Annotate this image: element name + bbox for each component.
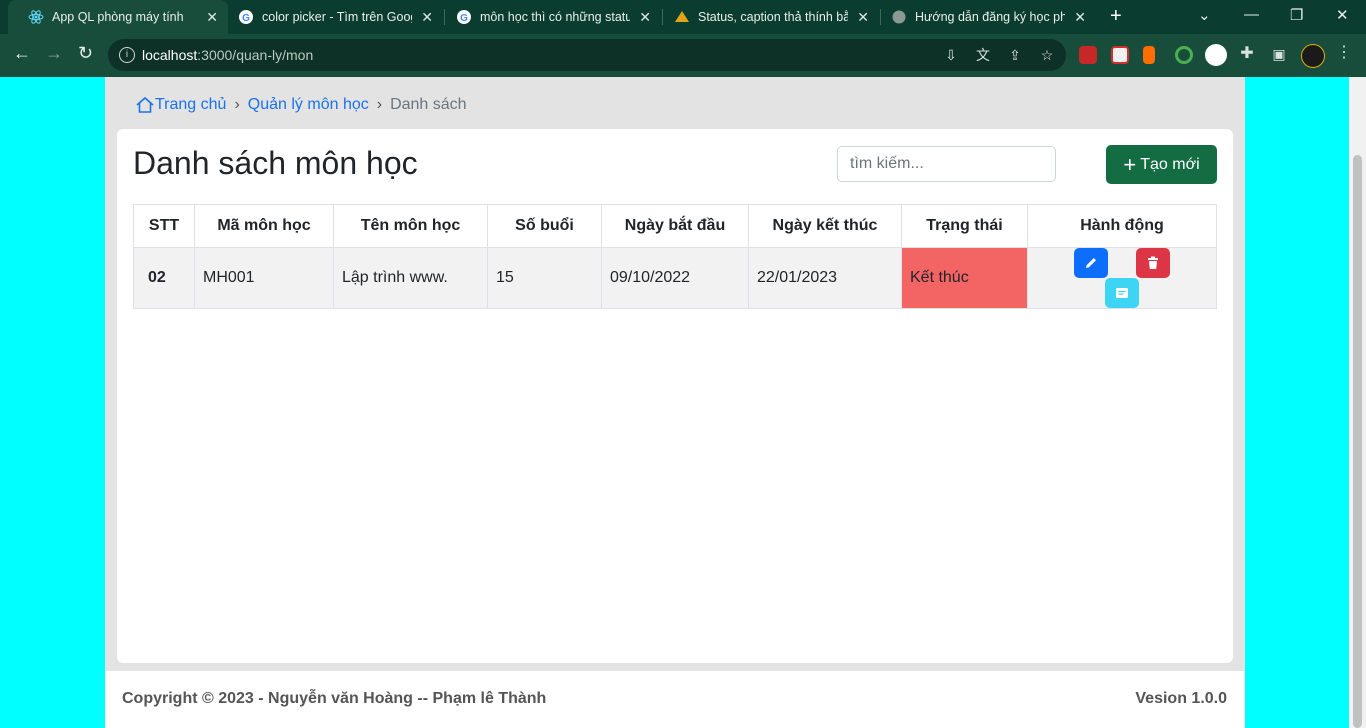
subject-table: STT Mã môn học Tên môn học Số buổi Ngày … [133,204,1217,309]
restore-icon[interactable]: ❐ [1290,6,1303,24]
chevron-right-icon: › [376,96,383,113]
cell-end: 22/01/2023 [748,247,902,309]
browser-toolbar: ← → ↻ i localhost:3000/quan-ly/mon ⇩ 文 ⇪… [0,34,1366,77]
copyright-text: Copyright © 2023 - Nguyễn văn Hoàng -- P… [122,690,547,707]
close-tab-icon[interactable]: ✕ [421,9,433,26]
breadcrumb-home[interactable]: Trang chủ [155,96,226,114]
extension-icon[interactable] [1143,46,1155,64]
column-header-end[interactable]: Ngày kết thúc [748,204,902,248]
back-icon[interactable]: ← [13,43,31,64]
cell-start: 09/10/2022 [601,247,749,309]
message-icon [1116,288,1128,298]
extension-icon[interactable] [1175,46,1193,64]
tab-title: App QL phòng máy tính [52,10,184,24]
table-header-row: STT Mã môn học Tên môn học Số buổi Ngày … [133,204,1217,248]
tab-title: Hướng dẫn đăng ký học phí [915,10,1065,24]
tab-search-icon[interactable]: ⌄ [1198,6,1211,24]
cell-stt: 02 [133,247,195,309]
column-header-actions: Hành động [1027,204,1217,248]
pencil-icon [1085,258,1096,268]
create-button[interactable]: + Tạo mới [1106,145,1217,184]
table-row: 02 MH001 Lập trình www. 15 09/10/2022 22… [133,247,1217,309]
delete-button[interactable] [1136,248,1171,278]
column-header-start[interactable]: Ngày bắt đầu [601,204,749,248]
trash-icon [1148,256,1159,269]
browser-tab-5[interactable]: Hướng dẫn đăng ký học phí ✕ [871,0,1096,34]
url-host: localhost [142,47,198,63]
site-info-icon[interactable]: i [119,47,135,63]
globe-icon [891,9,907,25]
close-tab-icon[interactable]: ✕ [857,9,869,26]
tab-title: môn học thì có những status [480,10,630,24]
extension-icon[interactable] [1205,44,1227,66]
breadcrumb: Trang chủ › Quản lý môn học › Danh sách [135,95,467,115]
tab-title: Status, caption thả thính bằ [698,10,848,24]
close-tab-icon[interactable]: ✕ [206,9,218,26]
scrollbar-thumb[interactable] [1353,155,1362,728]
column-header-stt[interactable]: STT [133,204,195,248]
close-window-icon[interactable]: ✕ [1336,6,1349,24]
new-tab-icon[interactable]: + [1110,5,1122,28]
column-header-code[interactable]: Mã môn học [194,204,334,248]
cell-sessions: 15 [487,247,602,309]
react-icon [28,9,44,25]
reload-icon[interactable]: ↻ [78,43,93,64]
home-icon[interactable] [135,95,155,115]
detail-button[interactable] [1105,278,1139,308]
extensions-puzzle-icon[interactable]: ✚ [1240,46,1254,62]
close-tab-icon[interactable]: ✕ [1074,9,1086,26]
browser-tab-4[interactable]: Status, caption thả thính bằ ✕ [654,0,879,34]
browser-tab-3[interactable]: G môn học thì có những status ✕ [436,0,661,34]
minimize-icon[interactable]: — [1244,6,1259,23]
cell-actions [1027,247,1217,309]
column-header-sessions[interactable]: Số buổi [487,204,602,248]
column-header-status[interactable]: Trạng thái [901,204,1028,248]
bookmark-star-icon[interactable]: ☆ [1040,48,1054,62]
google-icon: G [456,9,472,25]
google-icon: G [238,9,254,25]
page-content: Trang chủ › Quản lý môn học › Danh sách … [105,77,1245,728]
site-icon [674,9,690,25]
share-icon[interactable]: ⇪ [1008,48,1022,62]
breadcrumb-current: Danh sách [390,96,467,113]
forward-icon[interactable]: → [45,43,63,64]
url-path: :3000/quan-ly/mon [197,47,314,63]
breadcrumb-section[interactable]: Quản lý môn học [248,96,369,114]
more-menu-icon[interactable]: ⋮ [1336,45,1352,61]
search-input[interactable] [837,146,1056,182]
cell-name: Lập trình www. [333,247,488,309]
address-bar[interactable]: i localhost:3000/quan-ly/mon ⇩ 文 ⇪ ☆ [108,39,1066,71]
status-badge: Kết thúc [901,247,1028,309]
extension-icon[interactable] [1111,46,1129,64]
profile-avatar[interactable] [1301,44,1325,68]
tab-title: color picker - Tìm trên Goog [262,10,412,24]
side-panel-icon[interactable]: ▣ [1272,47,1286,61]
svg-text:G: G [242,13,250,24]
browser-tab-2[interactable]: G color picker - Tìm trên Goog ✕ [218,0,443,34]
chevron-right-icon: › [234,96,240,113]
version-text: Vesion 1.0.0 [1135,690,1227,707]
translate-icon[interactable]: 文 [976,48,990,62]
page-scrollbar[interactable] [1349,77,1366,728]
page-title: Danh sách môn học [133,145,418,181]
url-text[interactable]: localhost:3000/quan-ly/mon [142,47,313,63]
svg-text:G: G [460,13,468,24]
main-card: Danh sách môn học + Tạo mới STT Mã môn h… [117,129,1233,663]
extension-icon[interactable] [1079,46,1097,64]
install-icon[interactable]: ⇩ [944,48,958,62]
cell-code: MH001 [194,247,334,309]
create-button-label: Tạo mới [1140,155,1200,173]
plus-icon: + [1123,151,1137,177]
column-header-name[interactable]: Tên môn học [333,204,488,248]
browser-tab-1[interactable]: App QL phòng máy tính ✕ [8,0,228,34]
browser-tab-strip: App QL phòng máy tính ✕ G color picker -… [0,0,1366,34]
footer: Copyright © 2023 - Nguyễn văn Hoàng -- P… [105,671,1245,728]
edit-button[interactable] [1073,248,1108,278]
close-tab-icon[interactable]: ✕ [639,9,651,26]
